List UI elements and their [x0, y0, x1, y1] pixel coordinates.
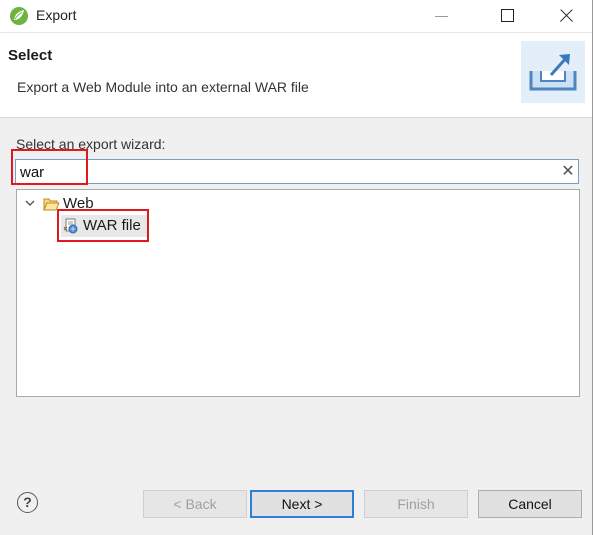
page-title: Select	[8, 47, 53, 64]
highlight-box-war-file	[57, 209, 149, 242]
next-button[interactable]: Next >	[250, 490, 354, 518]
highlight-box-filter	[11, 149, 88, 185]
back-button[interactable]: < Back	[143, 490, 247, 518]
finish-button[interactable]: Finish	[364, 490, 468, 518]
help-icon[interactable]: ?	[17, 492, 38, 513]
filter-input[interactable]	[15, 159, 579, 184]
spring-leaf-icon	[10, 7, 28, 25]
wizard-header: Select Export a Web Module into an exter…	[0, 33, 593, 118]
close-icon[interactable]	[552, 4, 582, 28]
export-tray-icon	[521, 41, 585, 103]
minimize-icon[interactable]	[427, 4, 457, 28]
page-description: Export a Web Module into an external WAR…	[17, 79, 309, 95]
window-title: Export	[36, 7, 77, 23]
cancel-button[interactable]: Cancel	[478, 490, 582, 518]
title-bar: Export	[0, 0, 593, 33]
clear-filter-icon[interactable]: ✕	[559, 162, 577, 182]
chevron-down-icon[interactable]	[23, 196, 37, 210]
maximize-icon[interactable]	[492, 4, 522, 28]
